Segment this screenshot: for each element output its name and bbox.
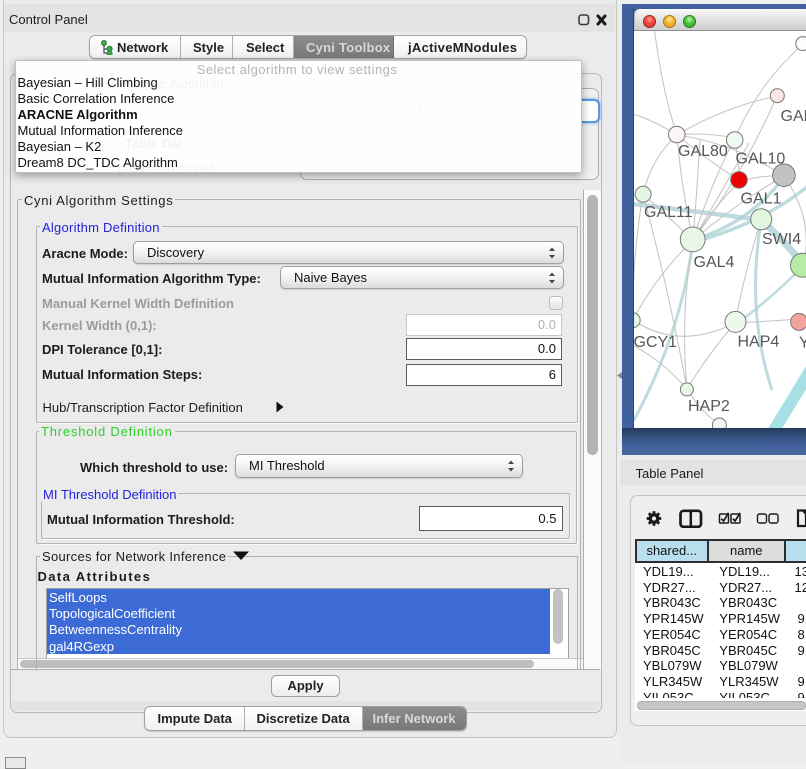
svg-text:GAL80: GAL80 [678,143,728,160]
svg-text:Y: Y [799,335,806,352]
svg-text:GCY1: GCY1 [634,334,677,351]
svg-text:HAP2: HAP2 [688,398,730,415]
svg-text:GAL10: GAL10 [736,151,786,168]
svg-text:GAL7: GAL7 [781,108,806,125]
svg-text:GAL1: GAL1 [741,191,782,208]
svg-text:HAP4: HAP4 [738,334,780,351]
svg-text:GAL4: GAL4 [694,254,735,271]
svg-text:SWI4: SWI4 [762,231,801,248]
svg-text:GAL11: GAL11 [644,204,693,221]
